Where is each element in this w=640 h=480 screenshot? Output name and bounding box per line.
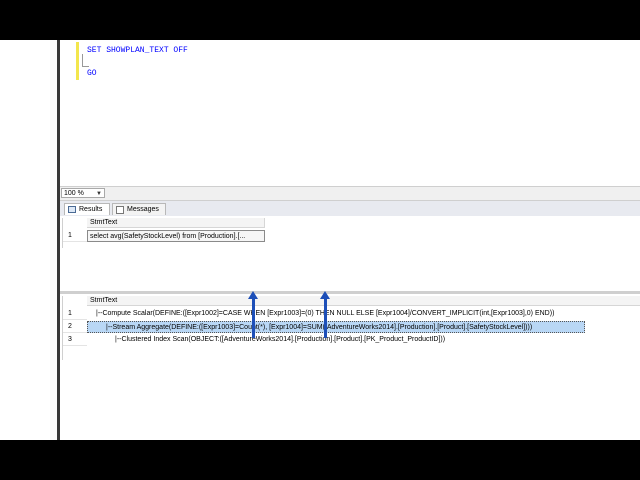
chevron-down-icon[interactable]: ▼ [96,191,102,197]
grid2-row-number-3[interactable]: 3 [63,334,87,346]
plan-row-stream-aggregate[interactable]: |--Stream Aggregate(DEFINE:([Expr1003]=C… [87,321,585,333]
change-tracking-bar [76,42,79,80]
code-line-2[interactable]: GO [87,69,97,78]
grid2-column-header[interactable]: StmtText [87,296,640,306]
annotation-arrow-2 [324,298,327,338]
query-editor[interactable]: SET SHOWPLAN_TEXT OFF GO [60,40,640,186]
grid-icon [68,206,76,213]
result-grid-1: StmtText 1 select avg(SafetyStockLevel) … [62,218,265,248]
message-icon [116,206,124,214]
code-line-1[interactable]: SET SHOWPLAN_TEXT OFF [87,46,188,55]
annotation-arrow-1 [252,298,255,338]
plan-row-clustered-index-scan[interactable]: |--Clustered Index Scan(OBJECT:([Adventu… [87,334,517,346]
left-gutter [0,40,58,440]
tab-messages-label: Messages [127,206,159,213]
grid1-row-number[interactable]: 1 [63,230,87,242]
plan-row-compute-scalar[interactable]: |--Compute Scalar(DEFINE:([Expr1002]=CAS… [87,308,607,320]
grid1-column-header[interactable]: StmtText [87,218,265,228]
outline-marker [82,54,89,67]
grid2-row-number-2[interactable]: 2 [63,321,87,333]
tab-results-label: Results [79,206,103,213]
editor-statusbar: 100 % ▼ [60,186,640,201]
grid-splitter[interactable] [60,291,640,294]
results-pane: StmtText 1 select avg(SafetyStockLevel) … [60,216,640,440]
zoom-value: 100 % [64,190,84,197]
tab-results[interactable]: Results [64,203,110,215]
tab-messages[interactable]: Messages [112,203,166,215]
grid1-cell-stmttext[interactable]: select avg(SafetyStockLevel) from [Produ… [87,230,265,242]
results-tabstrip: Results Messages [60,201,640,217]
grid2-row-number-1[interactable]: 1 [63,308,87,320]
result-grid-2: StmtText 1 |--Compute Scalar(DEFINE:([Ex… [62,296,640,360]
ssms-window: SET SHOWPLAN_TEXT OFF GO 100 % ▼ Results… [0,40,640,440]
